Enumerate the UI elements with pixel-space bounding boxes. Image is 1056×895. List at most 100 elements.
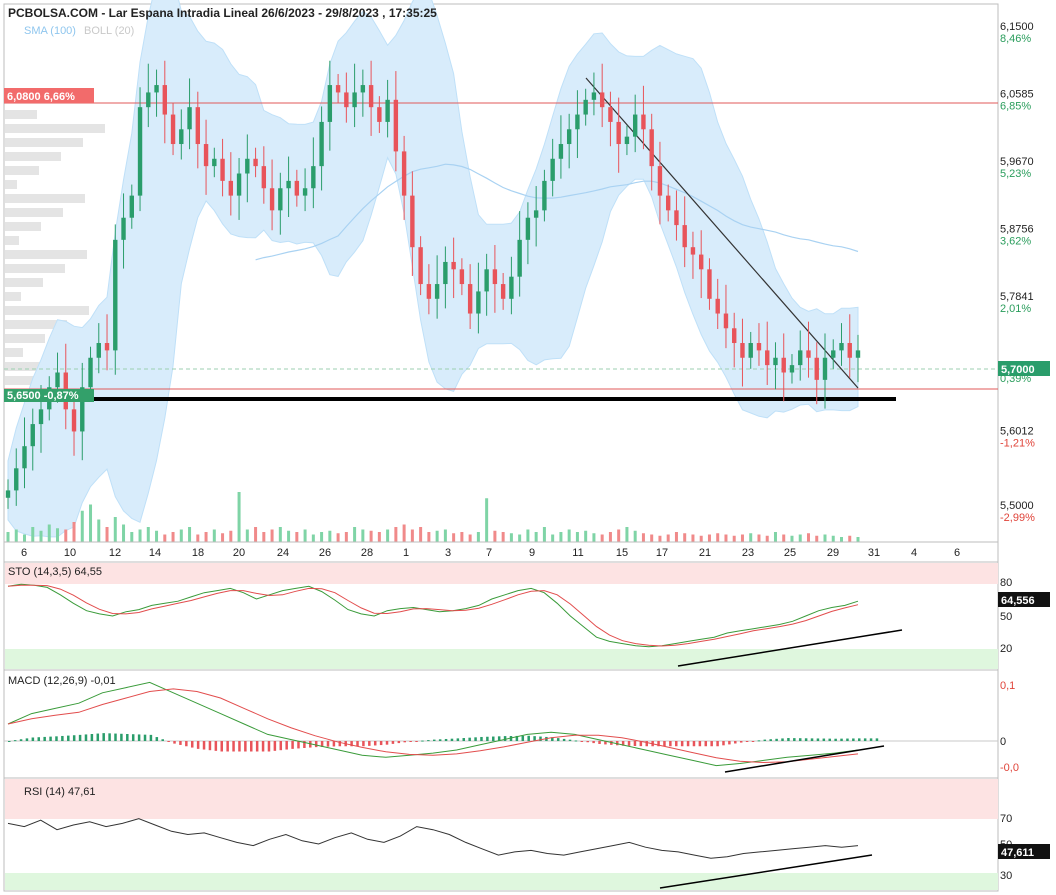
price-tick-label: 5,6012 [1000, 426, 1034, 438]
volume-profile-bar [5, 306, 89, 315]
macd-hist-bar [822, 738, 826, 741]
macd-hist-bar [326, 741, 330, 747]
macd-hist-bar [633, 741, 637, 746]
macd-hist-bar [267, 741, 271, 752]
candle-body [170, 114, 176, 145]
candle-body [88, 357, 93, 388]
x-tick-label: 4 [911, 547, 917, 559]
candle-body [352, 92, 357, 108]
macd-hist-bar [131, 734, 135, 741]
macd-hist-bar [261, 741, 265, 752]
candle-body [335, 85, 341, 93]
candle-body [104, 343, 110, 351]
volume-bar [823, 534, 827, 542]
volume-bar [6, 532, 10, 542]
macd-hist-bar [273, 741, 277, 751]
volume-bar [674, 532, 678, 542]
macd-title: MACD (12,26,9) -0,01 [8, 675, 116, 687]
volume-bar [262, 532, 266, 542]
price-tick-label: 5,8756 [1000, 223, 1034, 235]
macd-hist-bar [722, 741, 725, 746]
x-tick-label: 14 [149, 547, 161, 559]
candle-body [839, 343, 844, 351]
stoch-value-label: 64,556 [1001, 595, 1035, 607]
candle-body [500, 284, 506, 299]
candle-body [269, 188, 275, 211]
volume-bar [237, 492, 241, 542]
volume-bar [155, 530, 159, 542]
volume-bar [122, 524, 126, 542]
price-tick-pct: 2,01% [1000, 303, 1031, 315]
volume-profile-bar [5, 152, 61, 161]
volume-bar [782, 534, 786, 542]
volume-bar [551, 534, 555, 542]
candle-body [5, 490, 11, 498]
macd-hist-bar [846, 738, 849, 741]
candle-body [121, 217, 126, 240]
volume-bar [699, 535, 703, 542]
rsi-level-70: 70 [1000, 813, 1012, 825]
candle-body [30, 424, 35, 447]
volume-bar [460, 532, 464, 542]
candle-body [682, 225, 687, 248]
volume-bar [443, 529, 447, 542]
volume-bar [146, 527, 150, 542]
resistance-label: 6,0800 6,66% [7, 91, 75, 103]
volume-bar [212, 529, 216, 542]
candle-body [360, 85, 366, 93]
volume-bar [386, 529, 390, 542]
macd-hist-bar [798, 738, 802, 741]
volume-bar [790, 535, 794, 542]
macd-hist-bar [450, 738, 454, 741]
candle-body [261, 166, 267, 189]
x-tick-label: 17 [656, 547, 668, 559]
macd-hist-bar [858, 738, 861, 741]
macd-hist-bar [686, 741, 690, 747]
volume-profile-bar [5, 110, 37, 119]
volume-bar [485, 498, 489, 542]
macd-hist-bar [486, 736, 489, 741]
macd-hist-bar [675, 741, 678, 747]
volume-bar [707, 534, 711, 542]
legend-boll: BOLL (20) [84, 25, 134, 37]
stoch-level-50: 50 [1000, 611, 1012, 623]
volume-bar [270, 529, 274, 542]
volume-bar [518, 534, 522, 542]
volume-bar [320, 532, 324, 542]
candle-body [418, 247, 423, 285]
macd-hist-bar [474, 737, 477, 741]
macd-hist-bar [238, 741, 241, 752]
price-tick-pct: 8,46% [1000, 33, 1031, 45]
volume-bar [509, 533, 513, 542]
volume-bar [64, 529, 68, 542]
price-panel: PCBOLSA.COM - Lar Espana Intradia Lineal… [3, 0, 1050, 543]
candle-body [756, 343, 762, 351]
volume-bar [39, 530, 43, 542]
macd-hist-bar [279, 741, 283, 751]
candle-body [294, 180, 300, 196]
macd-hist-bar [421, 740, 424, 742]
macd-hist-bar [285, 741, 288, 750]
candle-body [657, 166, 663, 196]
macd-hist-bar [108, 733, 111, 741]
macd-level-top: 0,1 [1000, 680, 1015, 692]
candle-body [401, 151, 407, 196]
macd-hist-bar [492, 736, 495, 741]
rsi-overbought-zone [5, 779, 998, 819]
macd-panel: MACD (12,26,9) -0,01 0,1 0 -0,0 [3, 669, 1019, 779]
macd-hist-bar [574, 740, 578, 742]
volume-bar [683, 533, 687, 542]
macd-hist-bar [226, 741, 229, 752]
macd-hist-bar [775, 738, 778, 741]
x-tick-label: 20 [233, 547, 245, 559]
macd-hist-bar [179, 741, 182, 745]
volume-bar [179, 529, 183, 542]
macd-hist-bar [863, 738, 867, 741]
macd-hist-bar [314, 741, 318, 748]
price-tick-pct: 6,85% [1000, 101, 1031, 113]
candle-body [459, 269, 465, 285]
candle-body [245, 158, 250, 174]
rsi-title: RSI (14) 47,61 [24, 786, 96, 798]
stoch-oversold-zone [5, 649, 998, 669]
candle-body [228, 180, 234, 196]
